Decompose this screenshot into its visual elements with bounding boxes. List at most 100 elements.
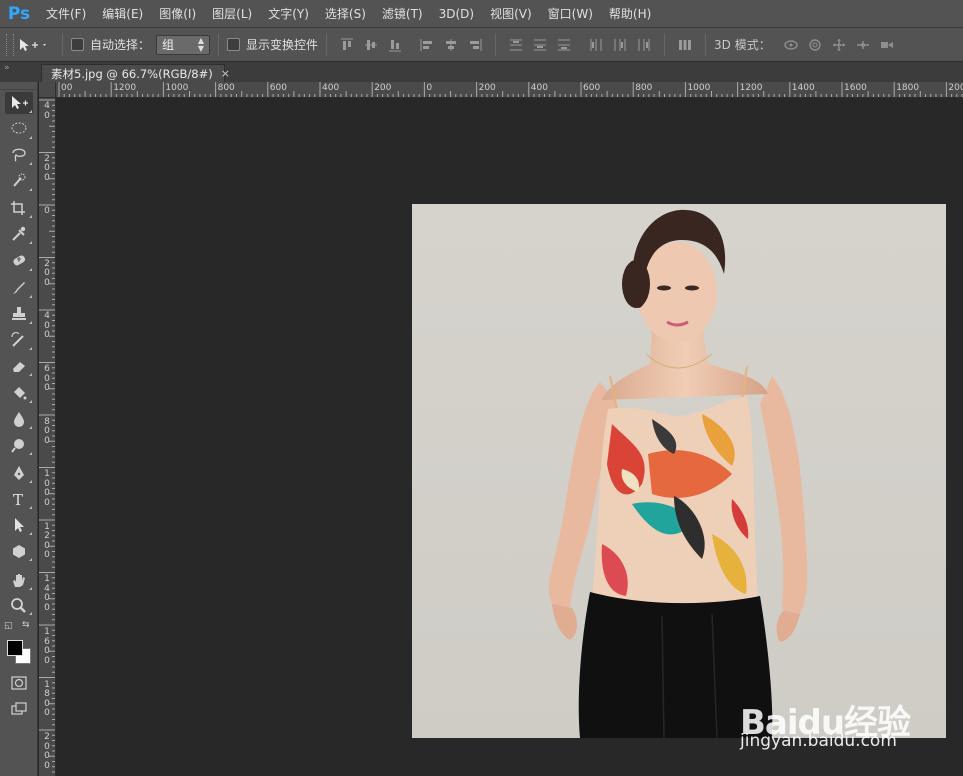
ruler-origin[interactable] [39, 82, 56, 98]
woman-portrait-photo [412, 204, 946, 738]
align-bottom-edges-button[interactable] [386, 36, 404, 54]
pen-tool[interactable] [5, 462, 33, 484]
distribute-hcenter-icon [614, 38, 626, 51]
ruler-label: 1400 [791, 83, 815, 93]
screen-mode-button[interactable] [5, 698, 33, 720]
menu-help[interactable]: 帮助(H) [601, 0, 659, 28]
tools-panel-grip[interactable] [0, 82, 37, 90]
3d-drag-button[interactable] [830, 36, 848, 54]
align-vertical-centers-button[interactable] [362, 36, 380, 54]
auto-align-icon [679, 39, 692, 50]
lasso-tool[interactable] [5, 144, 33, 166]
horizontal-ruler[interactable]: 00 1200 1000 800 600 400 200 0 200 400 600 800 1000 1… [56, 82, 963, 98]
align-vcenter-icon [365, 39, 378, 50]
crop-tool[interactable] [5, 197, 33, 219]
zoom-tool[interactable] [5, 594, 33, 616]
align-right-icon [470, 38, 482, 51]
swap-colors-icon[interactable]: ⇆ [22, 620, 30, 630]
menu-image[interactable]: 图像(I) [151, 0, 204, 28]
distribute-right-icon [638, 38, 650, 51]
crop-tool-icon [11, 201, 25, 215]
eyedropper-tool[interactable] [5, 223, 33, 245]
distribute-hcenter-button[interactable] [611, 36, 629, 54]
show-transform-checkbox[interactable] [227, 38, 241, 51]
distribute-vcenter-icon [534, 39, 547, 50]
align-right-edges-button[interactable] [466, 36, 484, 54]
foreground-color-swatch[interactable] [7, 640, 23, 656]
brush-tool[interactable] [5, 277, 33, 299]
align-top-edges-button[interactable] [338, 36, 356, 54]
menu-edit[interactable]: 编辑(E) [94, 0, 151, 28]
path-selection-tool[interactable] [5, 514, 33, 536]
document-image[interactable] [412, 204, 946, 738]
paint-bucket-tool[interactable] [5, 382, 33, 404]
menu-select[interactable]: 选择(S) [317, 0, 374, 28]
history-brush-tool[interactable] [5, 329, 33, 351]
document-tab[interactable]: 素材5.jpg @ 66.7%(RGB/8#) × [41, 64, 230, 82]
quick-mask-button[interactable] [5, 672, 33, 694]
distribute-bottom-button[interactable] [555, 36, 573, 54]
ruler-label: 600 [583, 83, 601, 93]
shape-tool[interactable] [5, 540, 33, 562]
type-tool[interactable]: T [5, 488, 33, 510]
options-grip[interactable] [6, 33, 14, 56]
dodge-tool[interactable] [5, 434, 33, 456]
menu-filter[interactable]: 滤镜(T) [374, 0, 431, 28]
default-colors-icon[interactable]: ◱ [4, 621, 13, 631]
ruler-label: 1800 [896, 83, 920, 93]
move-tool[interactable] [5, 92, 33, 114]
menu-file[interactable]: 文件(F) [38, 0, 94, 28]
3d-scale-button[interactable] [878, 36, 896, 54]
eraser-tool[interactable] [5, 355, 33, 377]
menu-3d[interactable]: 3D(D) [431, 0, 482, 28]
menu-window[interactable]: 窗口(W) [540, 0, 601, 28]
panel-collapse-arrows-icon[interactable]: » [0, 62, 38, 82]
ruler-label: 0 [44, 110, 50, 121]
3d-rotate-button[interactable] [782, 36, 800, 54]
roll-3d-icon [809, 38, 821, 51]
ruler-label: 0 [44, 383, 50, 393]
menu-type[interactable]: 文字(Y) [260, 0, 317, 28]
zoom-tool-icon [11, 598, 26, 613]
rotate-3d-icon [784, 39, 798, 50]
auto-align-layers-button[interactable] [676, 36, 694, 54]
photoshop-logo: Ps [7, 3, 31, 24]
close-icon[interactable]: × [221, 67, 230, 80]
menu-view[interactable]: 视图(V) [482, 0, 540, 28]
blur-tool[interactable] [5, 408, 33, 430]
distribute-top-button[interactable] [507, 36, 525, 54]
healing-brush-tool[interactable] [5, 250, 33, 272]
marquee-tool[interactable] [5, 118, 33, 140]
eraser-tool-icon [13, 362, 25, 372]
align-left-edges-button[interactable] [418, 36, 436, 54]
ruler-label: 400 [322, 83, 340, 93]
auto-select-checkbox[interactable] [71, 38, 84, 51]
ruler-label: 600 [269, 83, 287, 93]
separator [495, 33, 497, 56]
3d-roll-button[interactable] [806, 36, 824, 54]
align-horizontal-centers-button[interactable] [442, 36, 460, 54]
ruler-label: 1600 [844, 83, 867, 93]
distribute-vcenter-button[interactable] [531, 36, 549, 54]
hand-tool-icon [13, 574, 25, 587]
separator [326, 33, 328, 56]
vertical-ruler[interactable]: 4020002004006008001000120014001600180020… [39, 98, 56, 776]
marquee-tool-icon [11, 122, 27, 134]
path-selection-tool-icon [15, 518, 24, 532]
align-hcenter-icon [446, 38, 457, 51]
shape-tool-icon [13, 545, 25, 558]
distribute-left-button[interactable] [587, 36, 605, 54]
hand-tool[interactable] [5, 569, 33, 591]
3d-slide-button[interactable] [854, 36, 872, 54]
baidu-watermark-url: jingyan.baidu.com [740, 731, 897, 751]
menu-layer[interactable]: 图层(L) [204, 0, 260, 28]
distribute-right-button[interactable] [635, 36, 653, 54]
move-tool-preset-icon [20, 38, 46, 51]
tool-preset-picker[interactable] [18, 37, 48, 53]
ruler-label: 0 [44, 602, 50, 613]
type-tool-icon: T [13, 491, 23, 508]
auto-select-dropdown[interactable]: 组 ▲ ▼ [156, 34, 211, 55]
ruler-label: 00 [61, 83, 73, 93]
quick-selection-tool[interactable] [5, 170, 33, 192]
clone-stamp-tool[interactable] [5, 303, 33, 325]
